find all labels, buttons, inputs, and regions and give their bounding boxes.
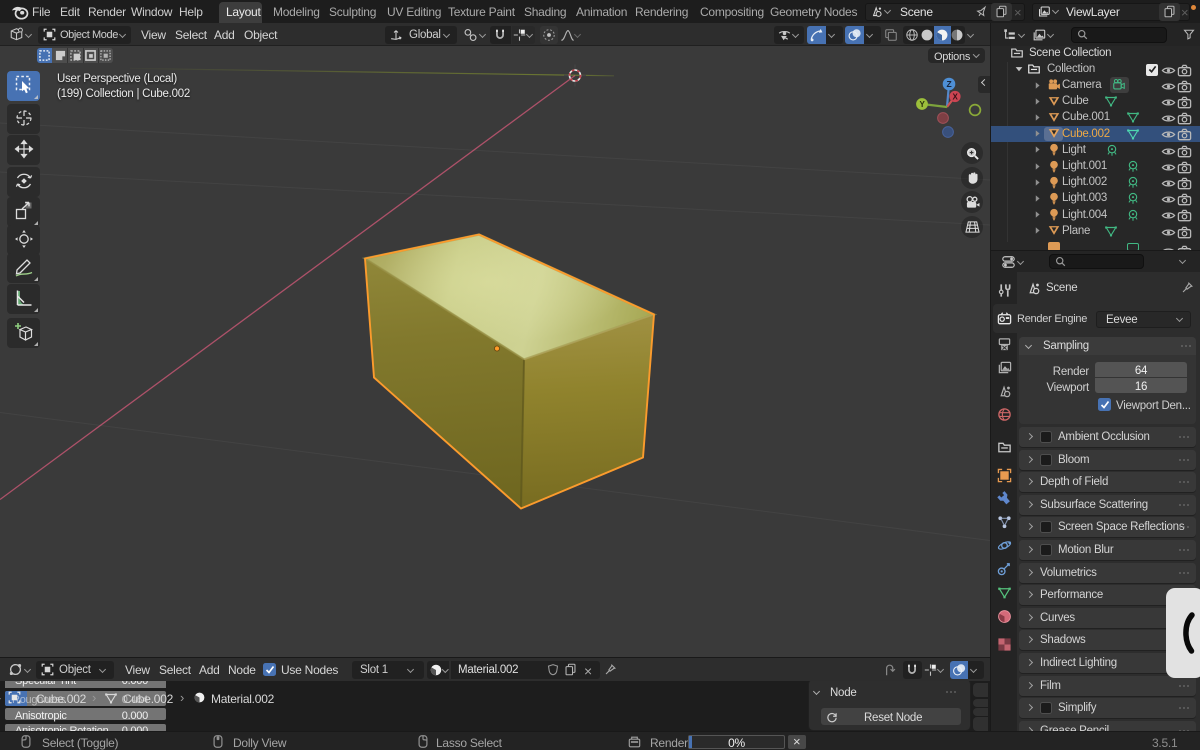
svg-text:Z: Z (947, 79, 952, 89)
